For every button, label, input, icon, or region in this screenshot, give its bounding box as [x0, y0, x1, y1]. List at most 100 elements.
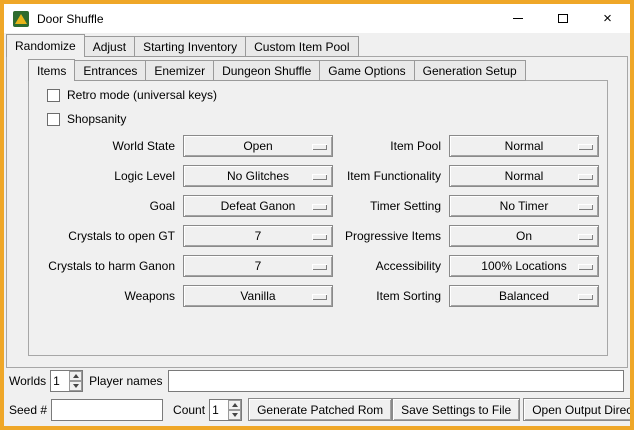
goal-label: Goal	[37, 195, 175, 217]
dropdown-indicator-icon	[578, 234, 593, 240]
items-pane: Retro mode (universal keys) Shopsanity W…	[28, 80, 608, 356]
progressive-items-value: On	[516, 229, 532, 243]
output-buttons: Save Settings to File Open Output Direct…	[392, 398, 634, 421]
weapons-dropdown[interactable]: Vanilla	[183, 285, 333, 307]
shopsanity-checkbox[interactable]: Shopsanity	[37, 107, 599, 131]
dropdown-indicator-icon	[578, 174, 593, 180]
timer-setting-value: No Timer	[500, 199, 549, 213]
arrow-down-icon	[232, 413, 238, 417]
item-functionality-dropdown[interactable]: Normal	[449, 165, 599, 187]
item-sorting-value: Balanced	[499, 289, 549, 303]
item-sorting-dropdown[interactable]: Balanced	[449, 285, 599, 307]
checkbox-unchecked-icon	[47, 89, 60, 102]
crystals-harm-ganon-dropdown[interactable]: 7	[183, 255, 333, 277]
goal-value: Defeat Ganon	[221, 199, 296, 213]
arrow-down-icon	[73, 384, 79, 388]
item-functionality-value: Normal	[505, 169, 544, 183]
minimize-button[interactable]	[495, 4, 540, 33]
dropdown-indicator-icon	[578, 294, 593, 300]
dropdown-indicator-icon	[312, 264, 327, 270]
spin-down-button[interactable]	[228, 410, 241, 420]
spin-down-button[interactable]	[69, 381, 82, 391]
count-spinbox[interactable]	[209, 399, 242, 421]
dropdown-indicator-icon	[312, 144, 327, 150]
dropdown-indicator-icon	[312, 294, 327, 300]
dropdown-indicator-icon	[312, 174, 327, 180]
crystals-open-gt-dropdown[interactable]: 7	[183, 225, 333, 247]
progressive-items-label: Progressive Items	[341, 225, 441, 247]
shopsanity-label: Shopsanity	[67, 113, 126, 126]
progressive-items-dropdown[interactable]: On	[449, 225, 599, 247]
close-button[interactable]: ×	[585, 4, 630, 33]
retro-mode-checkbox[interactable]: Retro mode (universal keys)	[37, 83, 599, 107]
worlds-spinbox[interactable]	[50, 370, 83, 392]
main-tab-bar: Randomize Adjust Starting Inventory Cust…	[6, 34, 358, 57]
close-icon: ×	[603, 11, 612, 26]
dropdown-indicator-icon	[578, 204, 593, 210]
tab-custom-item-pool[interactable]: Custom Item Pool	[245, 36, 358, 57]
weapons-label: Weapons	[37, 285, 175, 307]
door-shuffle-window: Door Shuffle × Randomize Adjust Starting…	[0, 0, 634, 430]
timer-setting-dropdown[interactable]: No Timer	[449, 195, 599, 217]
player-names-input[interactable]	[168, 370, 625, 392]
seed-row: Seed # Count Generate Patched Rom Save S…	[9, 398, 625, 421]
dropdown-indicator-icon	[578, 144, 593, 150]
dropdown-indicator-icon	[578, 264, 593, 270]
worlds-input[interactable]	[51, 371, 69, 391]
generate-patched-rom-button[interactable]: Generate Patched Rom	[248, 398, 392, 421]
seed-input[interactable]	[51, 399, 163, 421]
tab-enemizer[interactable]: Enemizer	[145, 60, 214, 81]
crystals-open-gt-label: Crystals to open GT	[37, 225, 175, 247]
count-input[interactable]	[210, 400, 228, 420]
count-label: Count	[173, 403, 205, 417]
logic-level-value: No Glitches	[227, 169, 289, 183]
crystals-harm-ganon-label: Crystals to harm Ganon	[37, 255, 175, 277]
spin-up-button[interactable]	[69, 371, 82, 381]
tab-starting-inventory[interactable]: Starting Inventory	[134, 36, 246, 57]
spin-up-button[interactable]	[228, 400, 241, 410]
worlds-row: Worlds Player names	[9, 370, 625, 392]
maximize-button[interactable]	[540, 4, 585, 33]
goal-dropdown[interactable]: Defeat Ganon	[183, 195, 333, 217]
checkbox-unchecked-icon	[47, 113, 60, 126]
item-sorting-label: Item Sorting	[341, 285, 441, 307]
world-state-label: World State	[37, 135, 175, 157]
tab-generation-setup[interactable]: Generation Setup	[414, 60, 526, 81]
minimize-icon	[513, 18, 523, 19]
tab-adjust[interactable]: Adjust	[84, 36, 135, 57]
count-spin-arrows	[228, 400, 241, 420]
window-title: Door Shuffle	[37, 12, 104, 26]
dropdown-indicator-icon	[312, 234, 327, 240]
tab-entrances[interactable]: Entrances	[74, 60, 146, 81]
tab-game-options[interactable]: Game Options	[319, 60, 414, 81]
maximize-icon	[558, 14, 568, 23]
logic-level-dropdown[interactable]: No Glitches	[183, 165, 333, 187]
worlds-label: Worlds	[9, 374, 46, 388]
logic-level-label: Logic Level	[37, 165, 175, 187]
item-pool-label: Item Pool	[341, 135, 441, 157]
retro-mode-label: Retro mode (universal keys)	[67, 89, 217, 102]
item-pool-value: Normal	[505, 139, 544, 153]
weapons-value: Vanilla	[240, 289, 275, 303]
tab-dungeon-shuffle[interactable]: Dungeon Shuffle	[213, 60, 320, 81]
options-grid: World State Open Item Pool Normal Logic …	[37, 135, 599, 307]
arrow-up-icon	[232, 403, 238, 407]
item-functionality-label: Item Functionality	[341, 165, 441, 187]
randomize-sub-tab-bar: Items Entrances Enemizer Dungeon Shuffle…	[28, 59, 525, 81]
world-state-value: Open	[243, 139, 272, 153]
app-icon	[13, 11, 29, 27]
item-pool-dropdown[interactable]: Normal	[449, 135, 599, 157]
tab-randomize[interactable]: Randomize	[6, 34, 85, 57]
arrow-up-icon	[73, 374, 79, 378]
timer-setting-label: Timer Setting	[341, 195, 441, 217]
save-settings-button[interactable]: Save Settings to File	[392, 398, 520, 421]
crystals-harm-ganon-value: 7	[255, 259, 262, 273]
seed-label: Seed #	[9, 403, 47, 417]
accessibility-label: Accessibility	[341, 255, 441, 277]
open-output-directory-button[interactable]: Open Output Directory	[523, 398, 634, 421]
accessibility-dropdown[interactable]: 100% Locations	[449, 255, 599, 277]
crystals-open-gt-value: 7	[255, 229, 262, 243]
world-state-dropdown[interactable]: Open	[183, 135, 333, 157]
tab-items[interactable]: Items	[28, 59, 75, 81]
caption-buttons: ×	[495, 4, 630, 33]
